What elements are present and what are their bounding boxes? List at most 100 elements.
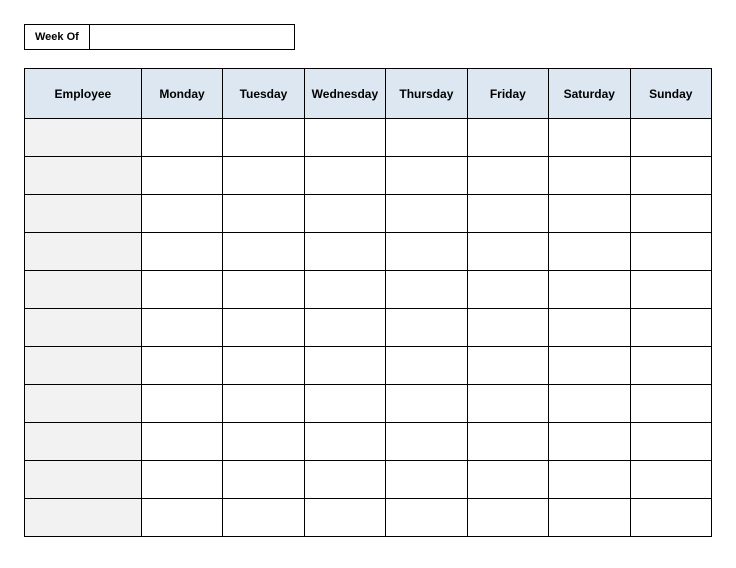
day-header-sunday: Sunday	[630, 69, 712, 119]
day-header-saturday: Saturday	[549, 69, 630, 119]
schedule-cell[interactable]	[549, 461, 630, 499]
employee-cell[interactable]	[25, 499, 142, 537]
table-row	[25, 157, 712, 195]
schedule-cell[interactable]	[630, 309, 712, 347]
schedule-cell[interactable]	[467, 461, 548, 499]
schedule-cell[interactable]	[304, 119, 385, 157]
schedule-cell[interactable]	[549, 499, 630, 537]
schedule-cell[interactable]	[549, 271, 630, 309]
schedule-cell[interactable]	[141, 195, 222, 233]
schedule-cell[interactable]	[304, 423, 385, 461]
schedule-cell[interactable]	[386, 385, 467, 423]
schedule-cell[interactable]	[141, 119, 222, 157]
schedule-cell[interactable]	[304, 385, 385, 423]
schedule-cell[interactable]	[630, 461, 712, 499]
schedule-cell[interactable]	[223, 233, 304, 271]
schedule-cell[interactable]	[549, 233, 630, 271]
schedule-cell[interactable]	[386, 461, 467, 499]
employee-cell[interactable]	[25, 119, 142, 157]
table-row	[25, 347, 712, 385]
employee-cell[interactable]	[25, 195, 142, 233]
schedule-cell[interactable]	[304, 195, 385, 233]
schedule-cell[interactable]	[141, 385, 222, 423]
employee-cell[interactable]	[25, 309, 142, 347]
table-row	[25, 309, 712, 347]
schedule-cell[interactable]	[223, 195, 304, 233]
schedule-cell[interactable]	[223, 385, 304, 423]
schedule-cell[interactable]	[630, 347, 712, 385]
schedule-cell[interactable]	[386, 157, 467, 195]
schedule-cell[interactable]	[467, 233, 548, 271]
schedule-cell[interactable]	[630, 271, 712, 309]
schedule-cell[interactable]	[304, 309, 385, 347]
schedule-cell[interactable]	[386, 347, 467, 385]
schedule-cell[interactable]	[141, 309, 222, 347]
schedule-cell[interactable]	[386, 119, 467, 157]
employee-cell[interactable]	[25, 423, 142, 461]
table-row	[25, 423, 712, 461]
schedule-cell[interactable]	[630, 233, 712, 271]
schedule-cell[interactable]	[141, 499, 222, 537]
schedule-cell[interactable]	[630, 423, 712, 461]
schedule-cell[interactable]	[549, 157, 630, 195]
day-header-monday: Monday	[141, 69, 222, 119]
schedule-cell[interactable]	[630, 157, 712, 195]
schedule-cell[interactable]	[549, 119, 630, 157]
employee-cell[interactable]	[25, 233, 142, 271]
schedule-cell[interactable]	[223, 271, 304, 309]
schedule-cell[interactable]	[223, 423, 304, 461]
employee-cell[interactable]	[25, 271, 142, 309]
employee-cell[interactable]	[25, 347, 142, 385]
schedule-cell[interactable]	[467, 385, 548, 423]
schedule-cell[interactable]	[141, 423, 222, 461]
schedule-cell[interactable]	[549, 195, 630, 233]
schedule-cell[interactable]	[304, 157, 385, 195]
schedule-cell[interactable]	[630, 385, 712, 423]
schedule-cell[interactable]	[304, 271, 385, 309]
schedule-cell[interactable]	[304, 347, 385, 385]
schedule-cell[interactable]	[304, 461, 385, 499]
schedule-cell[interactable]	[141, 271, 222, 309]
schedule-cell[interactable]	[141, 461, 222, 499]
day-header-friday: Friday	[467, 69, 548, 119]
employee-cell[interactable]	[25, 157, 142, 195]
schedule-cell[interactable]	[630, 499, 712, 537]
schedule-cell[interactable]	[386, 271, 467, 309]
schedule-cell[interactable]	[549, 309, 630, 347]
schedule-cell[interactable]	[223, 499, 304, 537]
schedule-cell[interactable]	[223, 461, 304, 499]
schedule-cell[interactable]	[467, 271, 548, 309]
schedule-cell[interactable]	[630, 119, 712, 157]
schedule-cell[interactable]	[467, 347, 548, 385]
schedule-cell[interactable]	[223, 347, 304, 385]
table-row	[25, 233, 712, 271]
schedule-cell[interactable]	[467, 195, 548, 233]
schedule-cell[interactable]	[386, 423, 467, 461]
schedule-cell[interactable]	[223, 157, 304, 195]
schedule-cell[interactable]	[630, 195, 712, 233]
schedule-cell[interactable]	[141, 157, 222, 195]
schedule-cell[interactable]	[386, 195, 467, 233]
schedule-cell[interactable]	[467, 423, 548, 461]
day-header-wednesday: Wednesday	[304, 69, 385, 119]
schedule-cell[interactable]	[386, 309, 467, 347]
schedule-cell[interactable]	[223, 119, 304, 157]
schedule-cell[interactable]	[549, 385, 630, 423]
schedule-cell[interactable]	[467, 119, 548, 157]
schedule-cell[interactable]	[304, 499, 385, 537]
schedule-cell[interactable]	[549, 347, 630, 385]
schedule-cell[interactable]	[223, 309, 304, 347]
schedule-cell[interactable]	[467, 499, 548, 537]
week-of-input[interactable]	[90, 24, 295, 50]
day-header-tuesday: Tuesday	[223, 69, 304, 119]
schedule-cell[interactable]	[304, 233, 385, 271]
schedule-cell[interactable]	[386, 499, 467, 537]
employee-cell[interactable]	[25, 385, 142, 423]
schedule-cell[interactable]	[386, 233, 467, 271]
schedule-cell[interactable]	[549, 423, 630, 461]
schedule-cell[interactable]	[141, 233, 222, 271]
schedule-cell[interactable]	[467, 157, 548, 195]
schedule-cell[interactable]	[141, 347, 222, 385]
employee-cell[interactable]	[25, 461, 142, 499]
schedule-cell[interactable]	[467, 309, 548, 347]
